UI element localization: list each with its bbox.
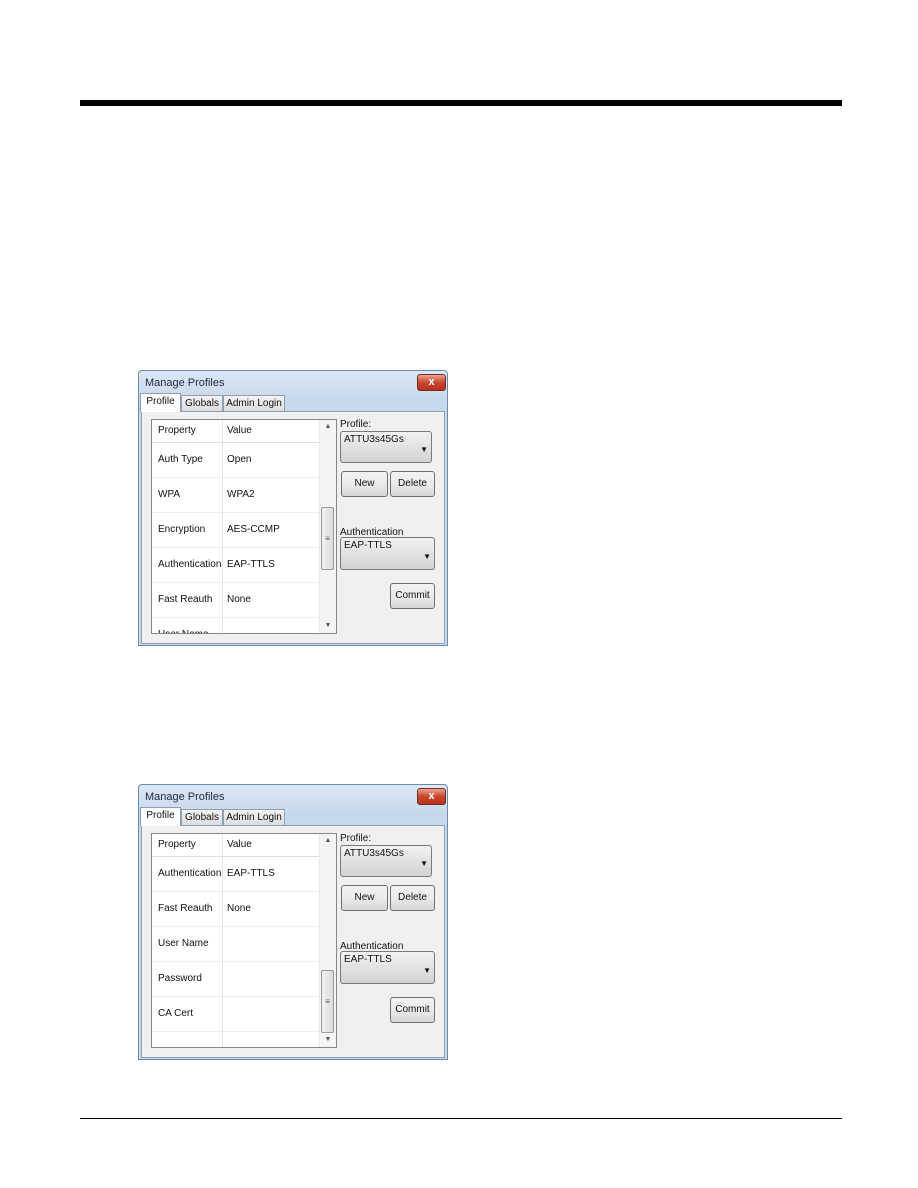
chevron-down-icon: ▼ [423,966,431,975]
property-name: Auth Type [158,454,203,465]
property-value: EAP-TTLS [227,559,275,570]
property-name: User Name [158,629,209,633]
chevron-down-icon: ▼ [423,552,431,561]
property-name: WPA [158,489,181,500]
property-value: None [227,594,251,605]
profile-value: ATTU3s45Gs [344,434,404,445]
profile-label: Profile: [340,833,372,844]
tab-globals[interactable]: Globals [181,395,223,411]
property-name: Encryption [158,524,206,535]
delete-button[interactable]: Delete [390,885,435,911]
new-button[interactable]: New [341,885,388,911]
profile-dropdown[interactable]: ATTU3s45Gs ▼ [340,431,432,463]
property-value: AES-CCMP [227,524,280,535]
tab-panel: Property Value Authentication EAP-TTLS Fast … [141,825,445,1058]
list-row[interactable]: CA Cert [152,996,320,1032]
list-row[interactable]: Fast Reauth None [152,891,320,927]
new-button[interactable]: New [341,471,388,497]
tab-panel: Property Value Auth Type Open WPA WPA2 Encrypt… [141,411,445,644]
profile-dropdown[interactable]: ATTU3s45Gs ▼ [340,845,432,877]
authentication-dropdown[interactable]: EAP-TTLS ▼ [340,537,435,570]
tab-globals[interactable]: Globals [181,809,223,825]
close-button[interactable]: x [417,374,446,391]
dialog-title: Manage Profiles [145,377,225,389]
property-list[interactable]: Property Value Authentication EAP-TTLS Fast … [151,833,337,1048]
property-value: WPA2 [227,489,255,500]
tab-admin-login[interactable]: Admin Login [223,809,285,825]
vertical-scrollbar[interactable]: ▲ ▼ ≡ [319,834,336,1047]
property-name: Authentication [158,559,222,570]
commit-button[interactable]: Commit [390,583,435,609]
property-name: Fast Reauth [158,903,213,914]
property-value: EAP-TTLS [227,868,275,879]
list-header: Property Value [152,834,320,857]
vertical-scrollbar[interactable]: ▲ ▼ ≡ [319,420,336,633]
list-row[interactable]: WPA WPA2 [152,477,320,513]
property-value: None [227,903,251,914]
document-page: Manage Profiles x Profile Globals Admin Logi… [0,0,918,1188]
list-row[interactable]: Authentication EAP-TTLS [152,856,320,892]
authentication-dropdown[interactable]: EAP-TTLS ▼ [340,951,435,984]
scroll-up-arrow-icon[interactable]: ▲ [320,420,336,434]
property-name: CA Cert [158,1008,194,1019]
property-value: Open [227,454,252,465]
dialog-title: Manage Profiles [145,791,225,803]
list-row[interactable]: Fast Reauth None [152,582,320,618]
list-row[interactable]: Encryption AES-CCMP [152,512,320,548]
property-list[interactable]: Property Value Auth Type Open WPA WPA2 Encrypt… [151,419,337,634]
tab-profile[interactable]: Profile [140,393,181,412]
header-rule [80,100,842,106]
manage-profiles-dialog: Manage Profiles x Profile Globals Admin Logi… [138,784,448,1060]
authentication-value: EAP-TTLS [344,954,392,965]
scroll-thumb[interactable]: ≡ [321,970,334,1033]
scroll-down-arrow-icon[interactable]: ▼ [320,619,336,633]
profile-label: Profile: [340,419,372,430]
list-row[interactable]: User Name [152,926,320,962]
list-row[interactable]: Authentication EAP-TTLS [152,547,320,583]
authentication-value: EAP-TTLS [344,540,392,551]
tab-profile[interactable]: Profile [140,807,181,826]
manage-profiles-dialog: Manage Profiles x Profile Globals Admin Logi… [138,370,448,646]
scroll-thumb[interactable]: ≡ [321,507,334,571]
chevron-down-icon: ▼ [420,859,428,868]
delete-button[interactable]: Delete [390,471,435,497]
column-header-value[interactable]: Value [227,839,252,850]
list-row[interactable]: Password [152,961,320,997]
scroll-down-arrow-icon[interactable]: ▼ [320,1033,336,1047]
property-name: Password [158,973,202,984]
scroll-up-arrow-icon[interactable]: ▲ [320,834,336,848]
list-row[interactable]: User Name [152,617,320,633]
column-header-value[interactable]: Value [227,425,252,436]
profile-value: ATTU3s45Gs [344,848,404,859]
column-header-property[interactable]: Property [158,425,196,436]
column-header-property[interactable]: Property [158,839,196,850]
property-name: Fast Reauth [158,594,213,605]
tab-admin-login[interactable]: Admin Login [223,395,285,411]
footer-rule [80,1118,842,1119]
commit-button[interactable]: Commit [390,997,435,1023]
property-name: User Name [158,938,209,949]
chevron-down-icon: ▼ [420,445,428,454]
list-header: Property Value [152,420,320,443]
close-button[interactable]: x [417,788,446,805]
list-row[interactable]: Auth Type Open [152,442,320,478]
property-name: Authentication [158,868,222,879]
